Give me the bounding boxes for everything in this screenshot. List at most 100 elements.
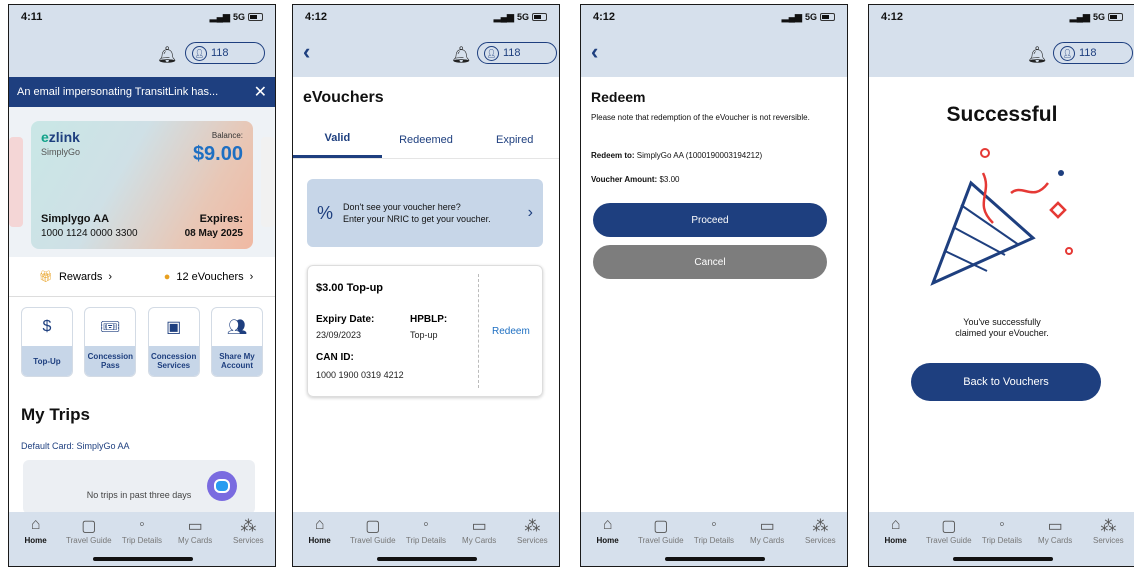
points-pill[interactable]: 👤︎ 118	[185, 42, 265, 64]
status-bar: 4:12 ▂▄▆ 5G	[869, 5, 1134, 29]
services-icon: ⁂	[524, 518, 541, 535]
gift-icon: 🎁︎	[38, 271, 53, 283]
top-bar: 🔔︎ 👤︎ 118	[9, 29, 275, 77]
tab-expired[interactable]: Expired	[470, 121, 559, 158]
close-icon[interactable]: ✕	[254, 82, 267, 102]
concession-services-tile[interactable]: ▣ Concession Services	[147, 307, 200, 377]
status-time: 4:12	[881, 11, 904, 23]
status-bar: 4:12 ▂▄▆ 5G	[293, 5, 559, 29]
top-bar: ‹	[581, 29, 847, 77]
cancel-button[interactable]: Cancel	[593, 245, 827, 279]
battery-icon	[1108, 13, 1123, 21]
status-time: 4:11	[21, 11, 43, 23]
bell-icon[interactable]: 🔔︎	[1027, 45, 1047, 65]
signal-indicator: ▂▄▆ 5G	[1070, 12, 1123, 23]
evouchers-screen: 4:12 ▂▄▆ 5G ‹ 🔔︎ 👤︎ 118 eVouchers Valid …	[292, 4, 560, 567]
chevron-right-icon: ›	[527, 204, 533, 221]
voucher-icon: ●	[163, 270, 171, 283]
nav-services[interactable]: ⁂ Services	[795, 516, 845, 566]
tab-valid[interactable]: Valid	[293, 121, 382, 158]
page-title: eVouchers	[303, 89, 384, 106]
voucher-title: $3.00 Top-up	[316, 282, 384, 294]
rewards-link[interactable]: 🎁︎ Rewards ›	[9, 270, 142, 284]
prev-card-peek[interactable]	[9, 137, 23, 227]
redeem-to-row: Redeem to: SimplyGo AA (1000190003194212…	[591, 151, 763, 160]
voucher-icon: %	[317, 203, 334, 223]
proceed-button[interactable]: Proceed	[593, 203, 827, 237]
alert-banner[interactable]: An email impersonating TransitLink has..…	[9, 77, 275, 107]
page-title: Redeem	[591, 89, 646, 105]
page-title: Successful	[946, 103, 1058, 126]
concession-pass-tile[interactable]: 🎟︎ Concession Pass	[84, 307, 137, 377]
map-icon: ▢	[653, 518, 669, 535]
evouchers-link[interactable]: ● 12 eVouchers ›	[142, 271, 275, 283]
quick-actions: $ Top-Up 🎟︎ Concession Pass ▣ Concession Se…	[21, 307, 263, 377]
nav-home[interactable]: ⌂ Home	[583, 516, 633, 566]
services-icon: ⁂	[812, 518, 829, 535]
nav-home[interactable]: ⌂ Home	[295, 516, 345, 566]
back-icon[interactable]: ‹	[591, 39, 598, 65]
points-count: 118	[211, 47, 229, 59]
bell-icon[interactable]: 🔔︎	[451, 45, 471, 65]
nav-home[interactable]: ⌂ Home	[11, 516, 61, 566]
card-icon: ▭	[1047, 518, 1063, 535]
top-bar: 🔔︎ 👤︎ 118	[869, 29, 1134, 77]
next-card-peek[interactable]	[261, 137, 275, 227]
bell-icon[interactable]: 🔔︎	[157, 45, 177, 65]
points-pill[interactable]: 👤︎ 118	[477, 42, 557, 64]
home-screen: 4:11 ▂▄▆ 5G 🔔︎ 👤︎ 118 An email impersona…	[8, 4, 276, 567]
default-card-label[interactable]: Default Card: SimplyGo AA	[21, 441, 130, 451]
services-icon: ⁂	[1100, 518, 1117, 535]
signal-indicator: ▂▄▆ 5G	[210, 12, 263, 23]
map-icon: ▢	[365, 518, 381, 535]
status-bar: 4:11 ▂▄▆ 5G	[9, 5, 275, 29]
voucher-card[interactable]: $3.00 Top-up Expiry Date: 23/09/2023 HPB…	[307, 265, 543, 397]
nav-services[interactable]: ⁂ Services	[223, 516, 273, 566]
status-time: 4:12	[593, 11, 616, 23]
redeem-note: Please note that redemption of the eVouc…	[591, 113, 810, 122]
map-icon: ▢	[81, 518, 97, 535]
success-message: You've successfully claimed your eVouche…	[955, 317, 1049, 338]
home-indicator	[953, 557, 1053, 561]
balance-label: Balance:	[211, 131, 243, 140]
route-icon: ◦	[139, 516, 145, 533]
profile-icon: 👤︎	[484, 45, 499, 61]
share-account-tile[interactable]: 👥︎ Share My Account	[210, 307, 263, 377]
back-icon[interactable]: ‹	[303, 39, 310, 65]
rewards-row: 🎁︎ Rewards › ● 12 eVouchers ›	[9, 257, 275, 297]
ezlink-card[interactable]: ezlink SimplyGo Balance: $9.00 Simplygo …	[31, 121, 253, 249]
top-bar: ‹ 🔔︎ 👤︎ 118	[293, 29, 559, 77]
map-icon: ▢	[941, 518, 957, 535]
expires-value: 08 May 2025	[184, 228, 243, 239]
tab-redeemed[interactable]: Redeemed	[382, 121, 471, 158]
nric-prompt[interactable]: % Don't see your voucher here? Enter your…	[307, 179, 543, 247]
card-icon: ▭	[471, 518, 487, 535]
success-screen: 4:12 ▂▄▆ 5G 🔔︎ 👤︎ 118 Successful You've …	[868, 4, 1134, 567]
profile-icon: 👤︎	[1060, 45, 1075, 61]
topup-tile[interactable]: $ Top-Up	[21, 307, 73, 377]
route-icon: ◦	[711, 516, 717, 533]
divider	[478, 274, 479, 388]
card-icon: ▭	[187, 518, 203, 535]
status-time: 4:12	[305, 11, 328, 23]
redeem-button[interactable]: Redeem	[492, 326, 530, 337]
nav-services[interactable]: ⁂ Services	[507, 516, 557, 566]
points-pill[interactable]: 👤︎ 118	[1053, 42, 1133, 64]
home-icon: ⌂	[314, 516, 325, 533]
back-to-vouchers-button[interactable]: Back to Vouchers	[911, 363, 1101, 401]
chatbot-icon[interactable]	[207, 471, 237, 501]
amount-row: Voucher Amount: $3.00	[591, 175, 680, 184]
card-name: Simplygo AA	[41, 213, 110, 225]
chevron-right-icon: ›	[249, 270, 254, 283]
expires-label: Expires:	[199, 213, 243, 225]
id-card-icon: ▣	[166, 319, 182, 336]
redeem-screen: 4:12 ▂▄▆ 5G ‹ Redeem Please note that re…	[580, 4, 848, 567]
card-carousel[interactable]: ezlink SimplyGo Balance: $9.00 Simplygo …	[9, 107, 275, 257]
topup-icon: $	[42, 318, 52, 335]
nav-home[interactable]: ⌂ Home	[871, 516, 921, 566]
home-icon: ⌂	[890, 516, 901, 533]
profile-icon: 👤︎	[192, 45, 207, 61]
signal-indicator: ▂▄▆ 5G	[782, 12, 835, 23]
nav-services[interactable]: ⁂ Services	[1083, 516, 1133, 566]
home-indicator	[665, 557, 765, 561]
